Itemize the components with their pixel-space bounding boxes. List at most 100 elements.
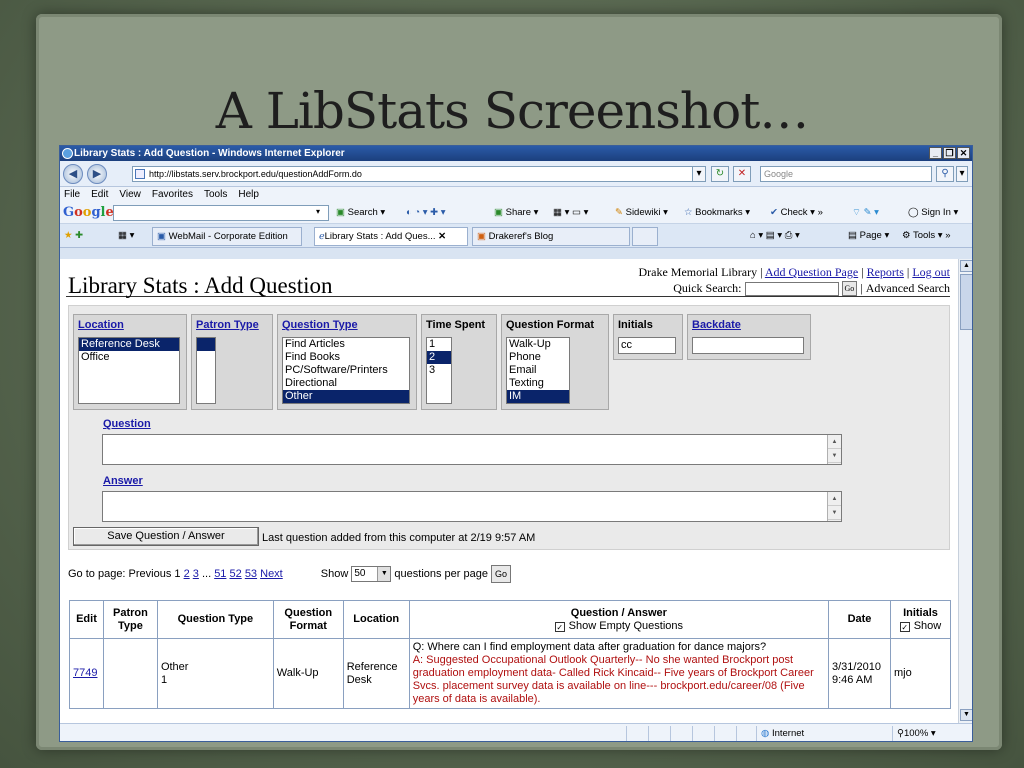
scroll-up-icon[interactable]: ▲ — [960, 260, 972, 272]
add-question-link[interactable]: Add Question Page — [765, 265, 858, 279]
per-page-go-button[interactable]: Go — [491, 565, 512, 583]
stop-icon[interactable]: ✕ — [733, 166, 751, 182]
answer-label[interactable]: Answer — [103, 475, 143, 487]
toolbar-icons[interactable]: ◐ ◔ ▾ ✚ ▾ — [406, 207, 446, 218]
scroll-down-icon[interactable]: ▼ — [960, 709, 972, 721]
share-button[interactable]: ▣ Share ▾ — [494, 207, 538, 218]
listbox-option[interactable]: Phone — [507, 351, 569, 364]
question-textarea[interactable]: ▲ ▼ — [102, 434, 842, 465]
reports-link[interactable]: Reports — [867, 265, 904, 279]
menu-view[interactable]: View — [119, 187, 141, 202]
patron-type-label[interactable]: Patron Type — [196, 319, 268, 331]
menu-file[interactable]: File — [64, 187, 80, 202]
google-search-button[interactable]: ▣ Search ▾ — [336, 207, 385, 218]
tab-drakeref-blog[interactable]: ▣ Drakeref's Blog — [472, 227, 630, 246]
page-scrollbar[interactable]: ▲ ▼ — [958, 259, 972, 723]
listbox-option[interactable]: 1 — [427, 338, 451, 351]
page-3-link[interactable]: 3 — [193, 568, 199, 580]
advanced-search-link[interactable]: Advanced Search — [866, 281, 950, 296]
page-menu[interactable]: ▤ Page ▾ — [848, 230, 889, 241]
menu-favorites[interactable]: Favorites — [152, 187, 193, 202]
google-search-input[interactable] — [113, 205, 329, 221]
security-zone[interactable]: ◍ Internet — [756, 726, 890, 741]
quick-tabs-icon[interactable]: ▦ ▾ — [118, 230, 134, 241]
restore-button[interactable]: ❐ — [943, 147, 956, 159]
listbox-option[interactable]: Email — [507, 364, 569, 377]
translate-icon[interactable]: ▦ ▾ ▭ ▾ — [553, 207, 588, 218]
patron-type-listbox[interactable] — [196, 337, 216, 404]
tab-close-icon[interactable]: ✕ — [438, 231, 446, 242]
tab-webmail[interactable]: ▣ WebMail - Corporate Edition — [152, 227, 302, 246]
listbox-option[interactable]: Office — [79, 351, 179, 364]
location-listbox[interactable]: Reference Desk Office — [78, 337, 180, 404]
menu-edit[interactable]: Edit — [91, 187, 108, 202]
close-button[interactable]: ✕ — [957, 147, 970, 159]
question-scrollbar[interactable]: ▲ ▼ — [827, 435, 841, 464]
page-53-link[interactable]: 53 — [245, 568, 257, 580]
search-icon[interactable]: ⚲ — [936, 166, 954, 182]
listbox-option[interactable]: IM — [507, 390, 569, 403]
initials-input[interactable]: cc — [618, 337, 676, 354]
page-2-link[interactable]: 2 — [184, 568, 190, 580]
listbox-option[interactable]: Find Books — [283, 351, 409, 364]
per-page-select[interactable]: 50 ▼ — [351, 566, 392, 582]
quick-search-go-button[interactable]: Go — [841, 281, 858, 296]
question-type-label[interactable]: Question Type — [282, 319, 412, 331]
new-tab-button[interactable] — [632, 227, 658, 246]
bookmarks-button[interactable]: ☆ Bookmarks ▾ — [684, 207, 750, 218]
question-label[interactable]: Question — [103, 418, 151, 430]
sign-in-button[interactable]: ◯ Sign In ▾ — [908, 207, 958, 218]
wifi-icon[interactable]: ⌔ ✎ ▾ — [852, 207, 879, 218]
col-location: Location — [342, 600, 410, 639]
sidewiki-button[interactable]: ✎ Sidewiki ▾ — [615, 207, 668, 218]
search-options-icon[interactable]: ▾ — [956, 166, 968, 182]
listbox-option[interactable] — [197, 338, 215, 351]
spellcheck-button[interactable]: ✔ Check ▾ » — [770, 207, 823, 218]
time-spent-listbox[interactable]: 1 2 3 — [426, 337, 452, 404]
tab-library-stats[interactable]: ℯLibrary Stats : Add Ques... ✕ — [314, 227, 468, 246]
tools-menu[interactable]: ⚙ Tools ▾ » — [902, 230, 951, 241]
home-icon[interactable]: ⌂ ▾ ▤ ▾ ⎙ ▾ — [750, 230, 800, 241]
listbox-option[interactable]: 3 — [427, 364, 451, 377]
question-type-box: Question Type Find Articles Find Books P… — [277, 314, 417, 410]
cell-question-type: Other 1 — [156, 638, 274, 709]
logout-link[interactable]: Log out — [912, 265, 950, 279]
page-52-link[interactable]: 52 — [230, 568, 242, 580]
menu-tools[interactable]: Tools — [204, 187, 227, 202]
menu-help[interactable]: Help — [238, 187, 259, 202]
google-dropdown-icon[interactable]: ▾ — [316, 207, 320, 216]
listbox-option[interactable]: PC/Software/Printers — [283, 364, 409, 377]
scroll-thumb[interactable] — [960, 274, 972, 330]
search-input[interactable]: Google — [760, 166, 932, 182]
backdate-label[interactable]: Backdate — [692, 319, 806, 331]
refresh-icon[interactable]: ↻ — [711, 166, 729, 182]
listbox-option[interactable]: Other — [283, 390, 409, 403]
show-empty-checkbox[interactable]: ✓ — [554, 621, 565, 632]
question-format-listbox[interactable]: Walk-Up Phone Email Texting IM — [506, 337, 570, 404]
minimize-button[interactable]: _ — [929, 147, 942, 159]
save-button[interactable]: Save Question / Answer — [73, 527, 259, 546]
edit-link[interactable]: 7749 — [73, 667, 97, 679]
question-type-listbox[interactable]: Find Articles Find Books PC/Software/Pri… — [282, 337, 410, 404]
show-initials-checkbox[interactable]: ✓ — [899, 621, 910, 632]
listbox-option[interactable]: Reference Desk — [79, 338, 179, 351]
address-input[interactable]: http://libstats.serv.brockport.edu/quest… — [132, 166, 706, 182]
zoom-control[interactable]: ⚲100% ▾ — [892, 726, 968, 741]
quick-search-input[interactable] — [744, 281, 839, 296]
listbox-option[interactable]: Directional — [283, 377, 409, 390]
next-page-link[interactable]: Next — [260, 568, 283, 580]
page-51-link[interactable]: 51 — [214, 568, 226, 580]
answer-textarea[interactable]: ▲ ▼ — [102, 491, 842, 522]
answer-scrollbar[interactable]: ▲ ▼ — [827, 492, 841, 521]
favorites-star-icon[interactable]: ★ ✚ — [64, 230, 83, 241]
listbox-option[interactable]: Texting — [507, 377, 569, 390]
address-dropdown-icon[interactable]: ▾ — [692, 166, 706, 182]
listbox-option[interactable]: Walk-Up — [507, 338, 569, 351]
backdate-input[interactable] — [692, 337, 804, 354]
forward-button[interactable]: ▶ — [87, 164, 107, 184]
listbox-option[interactable]: Find Articles — [283, 338, 409, 351]
location-label[interactable]: Location — [78, 319, 182, 331]
col-date: Date — [828, 600, 891, 639]
back-button[interactable]: ◀ — [63, 164, 83, 184]
listbox-option[interactable]: 2 — [427, 351, 451, 364]
